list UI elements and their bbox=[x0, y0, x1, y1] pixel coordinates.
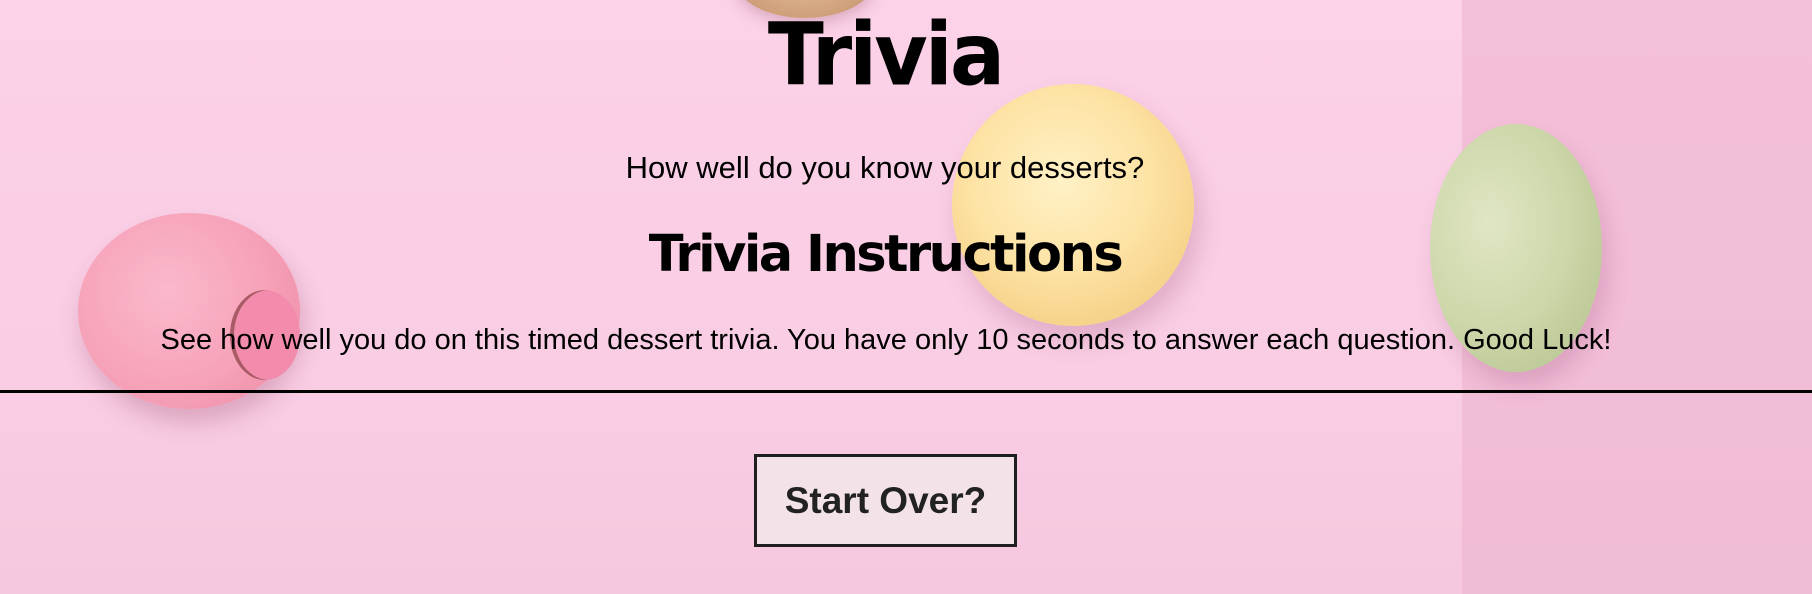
instructions-text: See how well you do on this timed desser… bbox=[160, 324, 1612, 356]
section-divider bbox=[0, 390, 1812, 393]
page-subtitle: How well do you know your desserts? bbox=[625, 150, 1145, 185]
trivia-page: Trivia How well do you know your dessert… bbox=[0, 0, 1812, 594]
instructions-heading: Trivia Instructions bbox=[648, 225, 1124, 284]
page-title: Trivia bbox=[767, 5, 1005, 106]
start-over-button[interactable]: Start Over? bbox=[754, 454, 1017, 547]
